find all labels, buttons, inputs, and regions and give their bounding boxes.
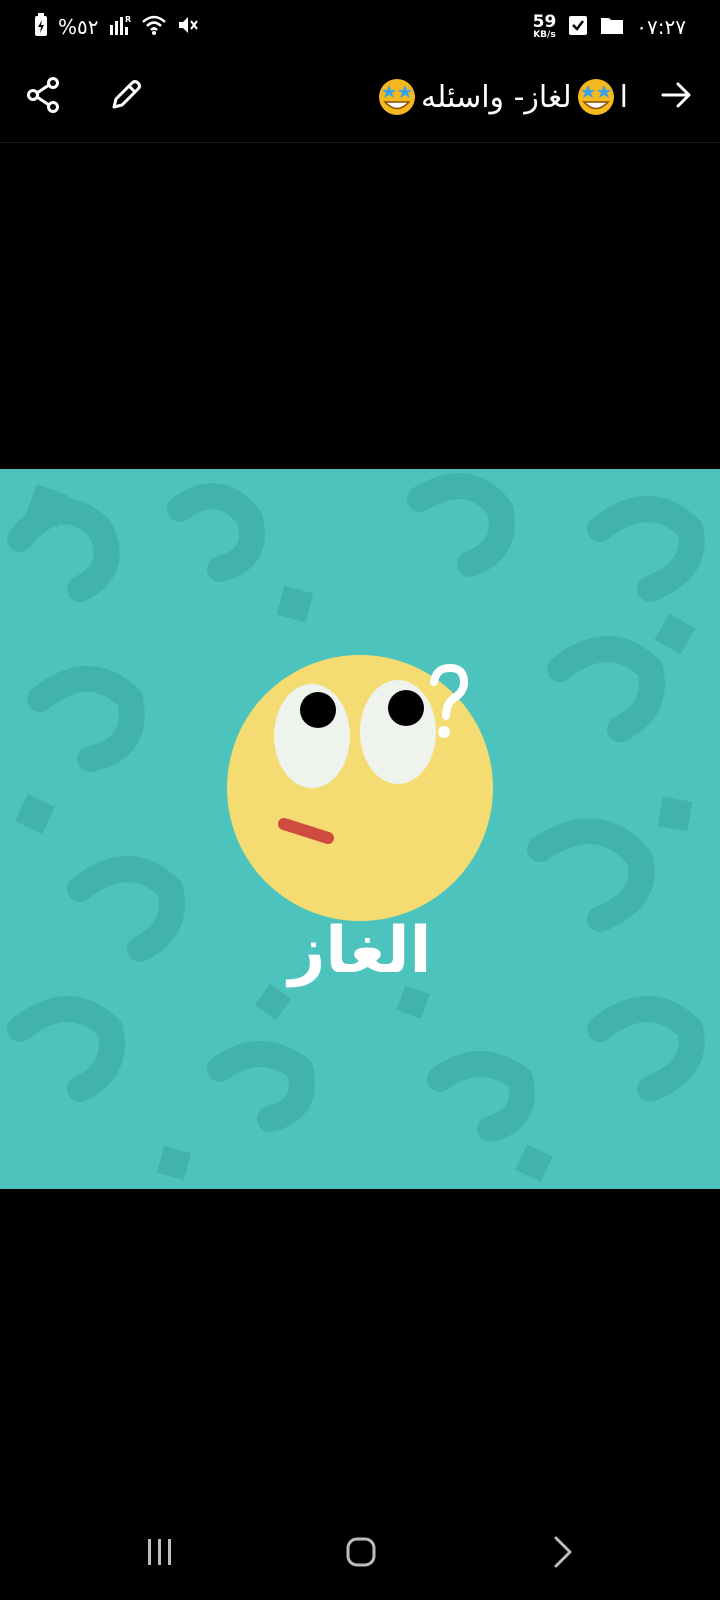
network-speed-value: 59 — [532, 12, 557, 32]
home-button[interactable] — [331, 1528, 391, 1580]
app-bar: ا لغاز- واسئله — [0, 52, 720, 143]
mute-icon — [177, 14, 199, 40]
battery-icon — [34, 13, 48, 41]
system-navigation-bar — [0, 1510, 720, 1600]
back-button[interactable] — [650, 70, 704, 124]
star-struck-emoji-icon — [379, 79, 416, 115]
wifi-icon — [141, 14, 167, 40]
status-right-group: 59 KB/s ٠٧:٢٧ — [533, 12, 686, 42]
nav-back-button[interactable] — [533, 1528, 593, 1580]
folder-icon — [600, 15, 624, 39]
network-speed: 59 KB/s — [533, 14, 557, 40]
arrow-right-icon — [661, 81, 693, 113]
chevron-right-icon — [553, 1536, 573, 1572]
home-icon — [346, 1537, 376, 1571]
conversation-title[interactable]: ا لغاز- واسئله — [377, 74, 628, 120]
pencil-icon — [109, 78, 143, 116]
edit-button[interactable] — [99, 70, 153, 124]
question-mark-icon — [430, 664, 469, 738]
network-speed-unit: KB/s — [533, 30, 556, 40]
recents-button[interactable] — [130, 1528, 190, 1580]
share-button[interactable] — [16, 70, 70, 124]
image-caption: الغاز — [288, 914, 434, 988]
signal-icon: R — [109, 13, 131, 41]
title-start: ا — [619, 79, 628, 115]
title-main: لغاز- واسئله — [421, 79, 572, 115]
clock: ٠٧:٢٧ — [636, 15, 686, 39]
status-bar: %٥٢ R 59 KB/s ٠٧:٢٧ — [0, 0, 720, 52]
battery-percent: %٥٢ — [58, 15, 99, 39]
star-struck-emoji-icon — [577, 79, 614, 115]
recents-icon — [145, 1538, 175, 1570]
status-left-group: %٥٢ R — [34, 12, 199, 42]
svg-text:R: R — [125, 15, 131, 24]
checkbox-notification-icon — [568, 14, 588, 40]
share-icon — [26, 77, 60, 117]
